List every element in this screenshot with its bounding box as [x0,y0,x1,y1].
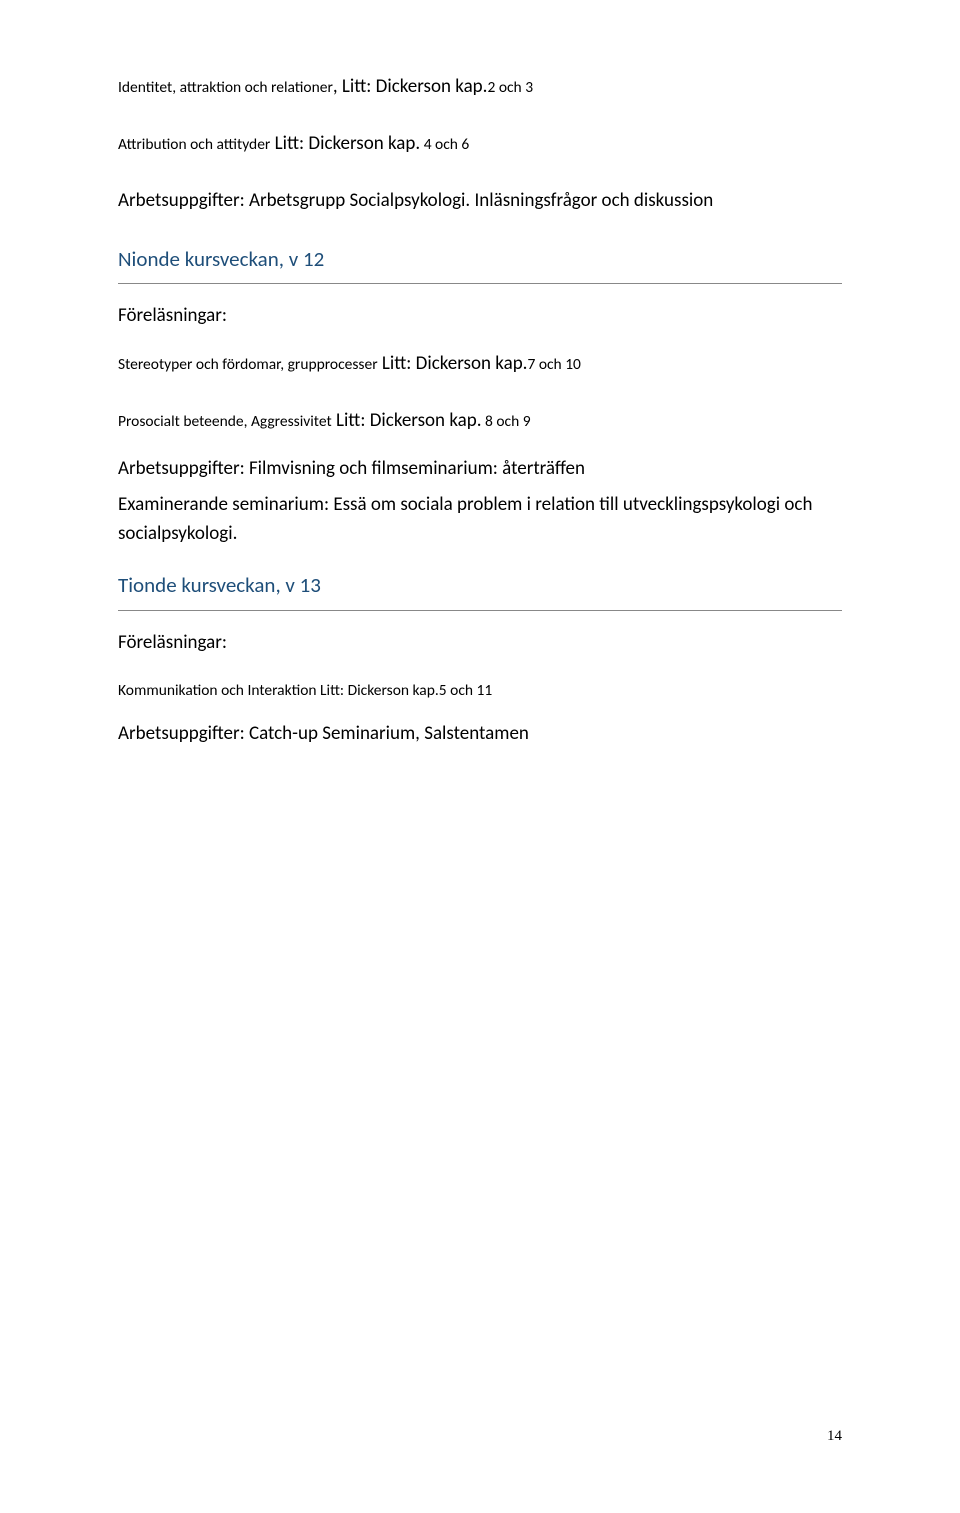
text-segment: , Litt: Dickerson kap. [333,75,488,98]
text-segment: Litt: Dickerson kap. [378,352,528,375]
page: Identitet, attraktion och relationer, Li… [0,0,960,1513]
separator [118,610,842,611]
text-segment: 8 och 9 [482,412,531,431]
text-segment: 7 och 10 [527,355,580,374]
text-segment: 2 och 3 [487,78,533,97]
text-segment: Attribution och attityder [118,135,270,154]
spacer [118,708,842,722]
text-segment: 5 och 11 [439,681,492,700]
text-segment: Litt: Dickerson kap. [332,409,482,432]
line-kommunikation: Kommunikation och Interaktion Litt: Dick… [118,678,842,702]
text-segment: Litt: Dickerson kap. [270,132,420,155]
text-segment: Stereotyper och fördomar, grupprocesser [118,355,378,374]
text-segment: 4 och 6 [420,135,469,154]
page-number: 14 [827,1428,842,1445]
heading-nionde: Nionde kursveckan, v 12 [118,246,842,273]
spacer [118,384,842,408]
text-segment: Kommunikation och Interaktion Litt: Dick… [118,681,439,700]
heading-tionde: Tionde kursveckan, v 13 [118,572,842,599]
text-segment: Identitet, attraktion och relationer [118,78,333,97]
subheading-forelasningar-1: Föreläsningar: [118,304,842,327]
line-prosocialt: Prosocialt beteende, Aggressivitet Litt:… [118,408,842,435]
line-stereotyper: Stereotyper och fördomar, grupprocesser … [118,351,842,378]
line-arbetsuppgifter-3: Arbetsuppgifter: Catch-up Seminarium, Sa… [118,722,842,745]
line-arbetsuppgifter-1: Arbetsuppgifter: Arbetsgrupp Socialpsyko… [118,187,842,216]
spacer [118,327,842,351]
spacer [118,548,842,572]
spacer [118,107,842,131]
line-identitet: Identitet, attraktion och relationer, Li… [118,74,842,101]
separator [118,283,842,284]
line-examinerande: Examinerande seminarium: Essä om sociala… [118,490,842,549]
spacer [118,440,842,454]
spacer [118,163,842,187]
spacer [118,216,842,246]
line-arbetsuppgifter-2: Arbetsuppgifter: Filmvisning och filmsem… [118,454,842,483]
text-segment: Prosocialt beteende, Aggressivitet [118,412,332,431]
spacer [118,654,842,678]
line-attribution: Attribution och attityder Litt: Dickerso… [118,131,842,158]
subheading-forelasningar-2: Föreläsningar: [118,631,842,654]
